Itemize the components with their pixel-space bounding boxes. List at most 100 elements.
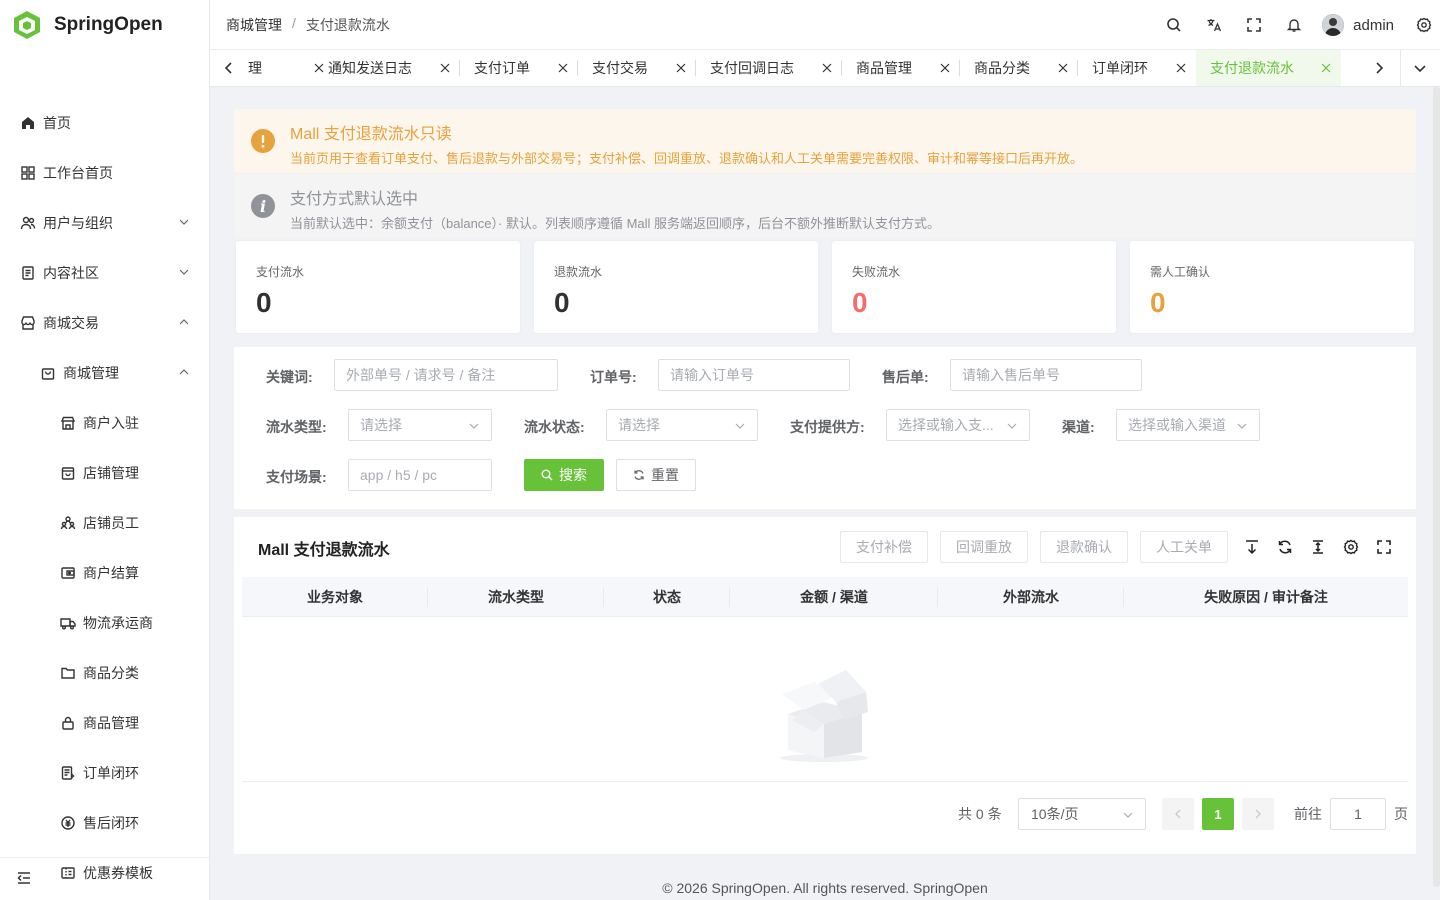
stat-label: 失败流水 <box>852 265 901 279</box>
sidebar-item-label: 店铺员工 <box>83 515 139 531</box>
bell-icon <box>1286 19 1302 32</box>
sidebar-item-home[interactable]: 首页 <box>0 98 209 148</box>
sidebar-item-mall-trade[interactable]: 商城交易 <box>0 298 209 348</box>
stat-card-failed: 失败流水 0 <box>831 240 1117 334</box>
close-icon[interactable] <box>440 63 450 73</box>
tab-scroll-right[interactable] <box>1360 50 1398 86</box>
alert-title: 支付方式默认选中 <box>290 191 419 208</box>
close-icon[interactable] <box>940 63 950 73</box>
flow-status-select[interactable]: 请选择 <box>606 409 758 441</box>
goto-page-input[interactable]: 1 <box>1330 798 1386 830</box>
tab-item[interactable]: 订单闭环 <box>1078 50 1196 86</box>
sidebar-item-goods[interactable]: 商品管理 <box>0 698 209 748</box>
sidebar-item-order-loop[interactable]: 订单闭环 <box>0 748 209 798</box>
logo[interactable]: SpringOpen <box>0 0 209 50</box>
column-header[interactable]: 外部流水 <box>938 577 1124 617</box>
column-header[interactable]: 金额 / 渠道 <box>730 577 938 617</box>
close-icon[interactable] <box>1176 63 1186 73</box>
fullscreen-icon[interactable] <box>1376 539 1392 555</box>
sidebar-item-merchant-settle[interactable]: 商户结算 <box>0 548 209 598</box>
close-icon[interactable] <box>558 63 568 73</box>
prev-page-button[interactable] <box>1162 798 1194 830</box>
refund-confirm-button[interactable]: 退款确认 <box>1040 531 1128 563</box>
tab-item[interactable]: 支付订单 <box>460 50 578 86</box>
tab-scroll-left[interactable] <box>210 50 248 86</box>
page-size-value: 10条/页 <box>1031 806 1079 822</box>
order-no-input[interactable]: 请输入订单号 <box>658 359 850 391</box>
total-count-text: 共 0 条 <box>958 806 1002 822</box>
sidebar-item-category[interactable]: 商品分类 <box>0 648 209 698</box>
pay-compensate-button[interactable]: 支付补偿 <box>840 531 928 563</box>
close-icon[interactable] <box>676 63 686 73</box>
goto-label-wrap: 前往 <box>1294 798 1322 830</box>
channel-select[interactable]: 选择或输入渠道 <box>1116 409 1260 441</box>
density-icon[interactable] <box>1310 539 1326 555</box>
chevron-down-icon <box>179 219 189 225</box>
warning-icon <box>251 129 275 153</box>
page-size-select[interactable]: 10条/页 <box>1018 798 1146 830</box>
keyword-input[interactable]: 外部单号 / 请求号 / 备注 <box>334 359 558 391</box>
tab-item-active[interactable]: 支付退款流水 <box>1196 50 1341 86</box>
close-icon[interactable] <box>1321 63 1331 73</box>
reset-button[interactable]: 重置 <box>616 459 696 491</box>
avatar[interactable] <box>1322 14 1345 36</box>
filter-panel: 关键词: 外部单号 / 请求号 / 备注 订单号: 请输入订单号 售后单: 请输… <box>234 347 1416 509</box>
sidebar-item-aftersale-loop[interactable]: 售后闭环 <box>0 798 209 848</box>
flow-type-select[interactable]: 请选择 <box>348 409 492 441</box>
sidebar-item-merchant-entry[interactable]: 商户入驻 <box>0 398 209 448</box>
sidebar-item-workbench[interactable]: 工作台首页 <box>0 148 209 198</box>
username[interactable]: admin <box>1353 17 1394 34</box>
notification-button[interactable] <box>1274 0 1314 50</box>
stat-card-pay: 支付流水 0 <box>235 240 521 334</box>
search-button[interactable] <box>1154 0 1194 50</box>
provider-select[interactable]: 选择或输入支... <box>886 409 1030 441</box>
shopping-bag-icon <box>41 368 55 380</box>
fullscreen-button[interactable] <box>1234 0 1274 50</box>
flow-type-label: 流水类型: <box>266 419 327 435</box>
column-header[interactable]: 流水类型 <box>428 577 604 617</box>
tab-item[interactable]: 支付交易 <box>578 50 696 86</box>
chevron-up-icon <box>179 319 189 325</box>
sidebar-item-mall-manage[interactable]: 商城管理 <box>0 348 209 398</box>
sidebar-item-shop-staff[interactable]: 店铺员工 <box>0 498 209 548</box>
select-placeholder: 选择或输入支... <box>898 417 994 433</box>
scene-input[interactable]: app / h5 / pc <box>348 459 492 491</box>
refresh-icon[interactable] <box>1277 539 1293 555</box>
tab-item[interactable]: 商品管理 <box>842 50 960 86</box>
sidebar-item-users-org[interactable]: 用户与组织 <box>0 198 209 248</box>
column-header[interactable]: 失败原因 / 审计备注 <box>1124 577 1408 617</box>
column-header[interactable]: 业务对象 <box>242 577 428 617</box>
close-icon[interactable] <box>1058 63 1068 73</box>
sidebar-item-shop-manage[interactable]: 店铺管理 <box>0 448 209 498</box>
column-header[interactable]: 状态 <box>604 577 730 617</box>
tab-item[interactable]: 支付回调日志 <box>696 50 842 86</box>
close-icon[interactable] <box>822 63 832 73</box>
stat-value: 0 <box>1150 287 1166 318</box>
tab-item[interactable]: 商品分类 <box>960 50 1078 86</box>
page-scrollbar[interactable] <box>1433 87 1440 887</box>
tab-item[interactable]: 通知发送日志 <box>314 50 460 86</box>
sidebar-item-logistics[interactable]: 物流承运商 <box>0 598 209 648</box>
reset-button-label: 重置 <box>651 467 679 483</box>
aftersale-no-input[interactable]: 请输入售后单号 <box>950 359 1142 391</box>
manual-close-button[interactable]: 人工关单 <box>1140 531 1228 563</box>
sidebar-item-content[interactable]: 内容社区 <box>0 248 209 298</box>
next-page-button[interactable] <box>1242 798 1274 830</box>
callback-replay-button[interactable]: 回调重放 <box>940 531 1028 563</box>
shop-icon <box>60 416 76 430</box>
readonly-alert: Mall 支付退款流水只读 当前页用于查看订单支付、售后退款与外部交易号；支付补… <box>234 109 1416 173</box>
language-button[interactable] <box>1194 0 1234 50</box>
column-settings-icon[interactable] <box>1343 539 1359 555</box>
fullscreen-icon <box>1247 18 1261 32</box>
sidebar-item-label: 订单闭环 <box>83 765 139 781</box>
settings-button[interactable] <box>1408 0 1440 50</box>
select-placeholder: 请选择 <box>618 417 660 433</box>
export-icon[interactable] <box>1244 539 1260 555</box>
info-icon: i <box>251 194 275 218</box>
tab-menu-dropdown[interactable] <box>1400 50 1438 86</box>
search-button[interactable]: 搜索 <box>524 459 604 491</box>
table-header: 业务对象 流水类型 状态 金额 / 渠道 外部流水 失败原因 / 审计备注 <box>242 577 1408 617</box>
breadcrumb-item[interactable]: 商城管理 <box>226 15 282 35</box>
page-number-current[interactable]: 1 <box>1202 798 1234 830</box>
collapse-menu-icon[interactable] <box>16 870 32 886</box>
